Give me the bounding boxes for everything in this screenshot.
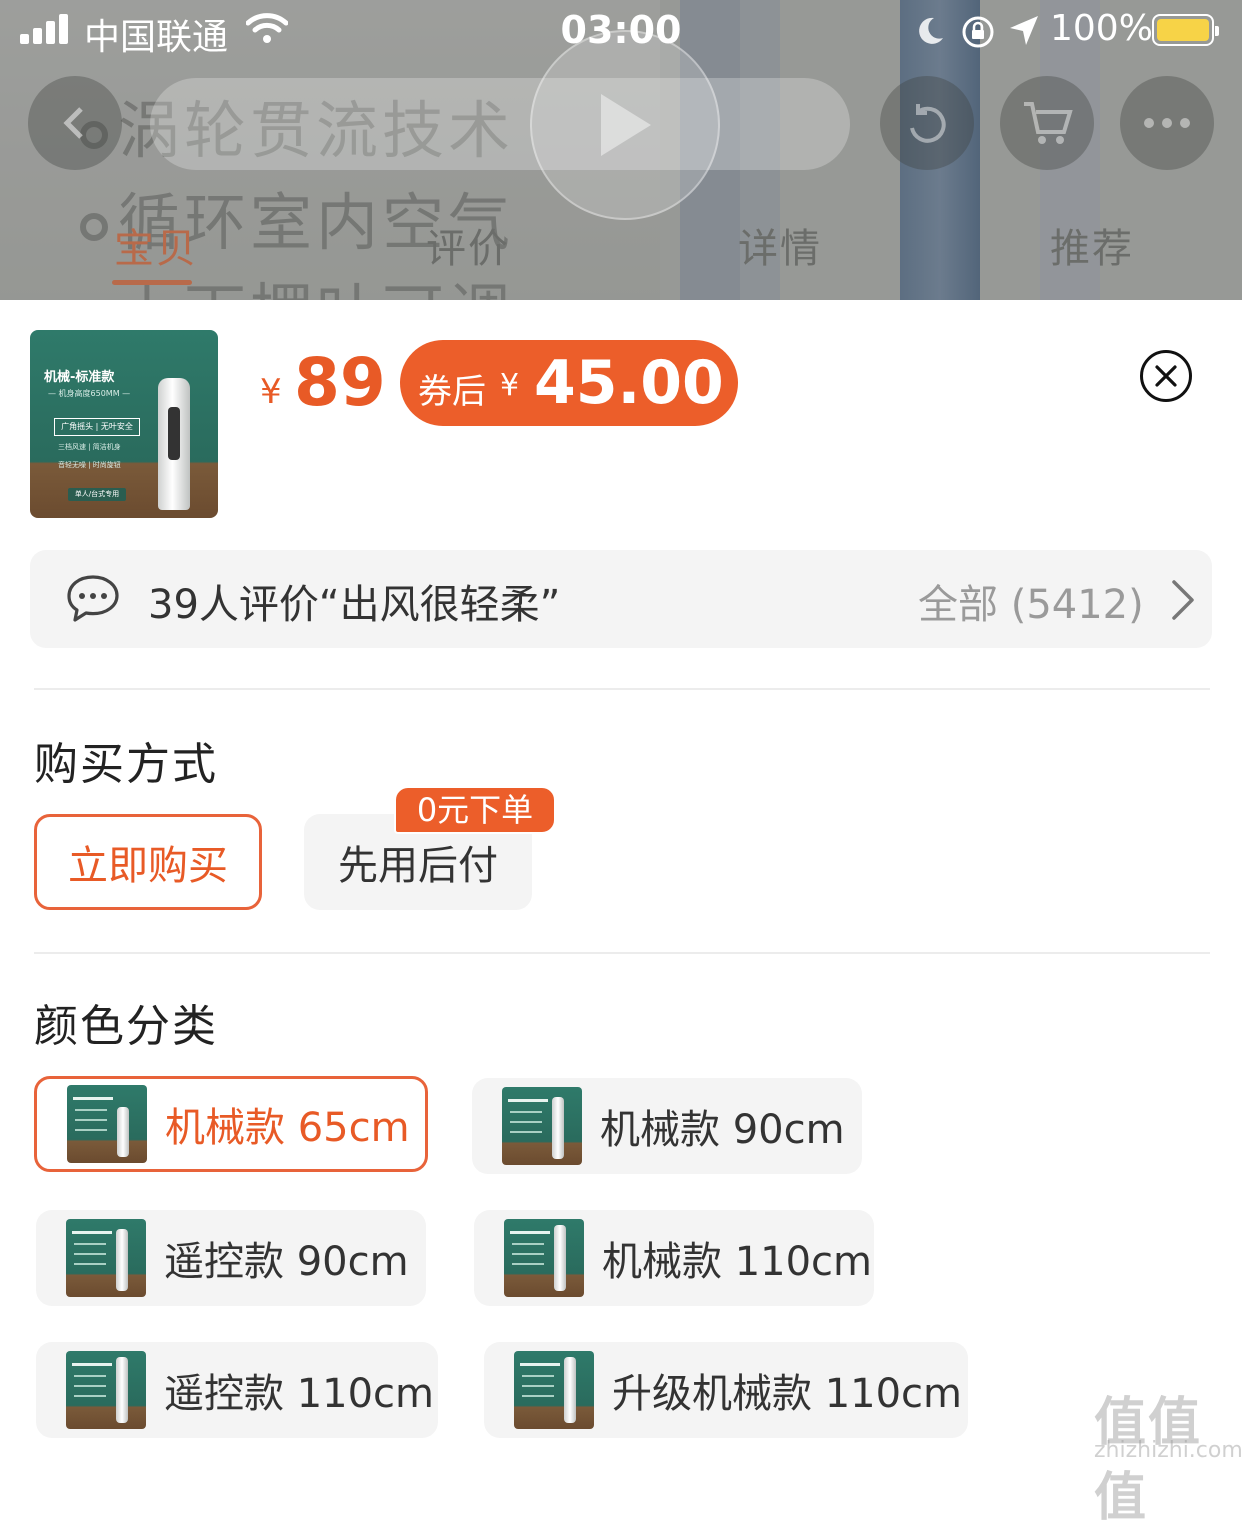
coupon-price: 45.00 — [534, 348, 724, 418]
battery-icon — [1152, 14, 1219, 46]
option-thumbnail — [514, 1351, 594, 1429]
back-button[interactable] — [28, 76, 122, 170]
option-thumbnail — [66, 1351, 146, 1429]
zero-down-badge: 0元下单 — [394, 786, 556, 834]
status-bar: 中国联通 03:00 100% — [0, 0, 1242, 64]
coupon-label: 券后 — [418, 372, 486, 412]
option-thumbnail — [66, 1219, 146, 1297]
back-icon — [63, 107, 83, 139]
close-button[interactable] — [1140, 350, 1192, 402]
review-summary-row[interactable]: 39人评价“出风很轻柔” 全部 (5412) — [30, 550, 1212, 648]
divider — [34, 688, 1210, 690]
product-thumbnail[interactable]: 机械-标准款 — 机身高度650MM — 广角摇头 | 无叶安全 三档风速 | … — [30, 330, 218, 518]
option-thumbnail — [67, 1085, 147, 1163]
price: 89 — [294, 344, 386, 421]
tab-details[interactable]: 详情 — [738, 216, 822, 274]
color-option[interactable]: 机械款 110cm — [474, 1210, 874, 1306]
option-label: 升级机械款 110cm — [612, 1371, 963, 1417]
tab-reviews[interactable]: 评价 — [426, 216, 510, 274]
option-label: 立即购买 — [68, 843, 228, 889]
purchase-method-title: 购买方式 — [34, 739, 218, 790]
top-nav — [0, 30, 1242, 220]
share-button[interactable] — [880, 76, 974, 170]
option-thumbnail — [504, 1219, 584, 1297]
page-tabs: 宝贝 评价 详情 推荐 — [0, 216, 1242, 285]
option-label: 机械款 90cm — [600, 1107, 845, 1153]
color-category-title: 颜色分类 — [34, 1001, 218, 1052]
cart-icon — [1024, 102, 1073, 144]
color-option[interactable]: 遥控款 90cm — [36, 1210, 426, 1306]
color-option[interactable]: 机械款 65cm — [34, 1076, 428, 1172]
thumb-subtitle: — 机身高度650MM — — [48, 389, 131, 398]
tab-recommend[interactable]: 推荐 — [1050, 216, 1134, 274]
thumb-feature-box: 广角摇头 | 无叶安全 — [54, 418, 140, 436]
search-bar[interactable] — [150, 78, 850, 170]
review-all-link[interactable]: 全部 (5412) — [918, 572, 1144, 630]
cart-button[interactable] — [1000, 76, 1094, 170]
rotation-lock-icon — [960, 14, 996, 54]
coupon-currency: ¥ — [500, 368, 520, 403]
coupon-price-badge: 券后 ¥ 45.00 — [400, 340, 738, 426]
option-label: 遥控款 110cm — [164, 1371, 435, 1417]
color-option[interactable]: 机械款 90cm — [472, 1078, 862, 1174]
moon-icon — [912, 14, 946, 52]
share-icon — [910, 104, 946, 143]
thumb-feature: 三档风速 | 简洁机身 — [58, 443, 121, 451]
thumb-title: 机械-标准款 — [44, 370, 115, 385]
option-label: 先用后付 — [338, 843, 498, 889]
option-label: 遥控款 90cm — [164, 1239, 409, 1285]
battery-percent: 100% — [1050, 8, 1153, 49]
price-currency: ¥ — [260, 372, 282, 412]
more-icon — [1144, 118, 1190, 128]
watermark-site: zhizhizhi.com — [1094, 1438, 1242, 1463]
tab-baobei[interactable]: 宝贝 — [114, 216, 198, 274]
sku-selection-sheet: 机械-标准款 — 机身高度650MM — 广角摇头 | 无叶安全 三档风速 | … — [0, 300, 1242, 1467]
comment-icon — [66, 574, 120, 628]
location-icon — [1008, 14, 1040, 52]
chevron-right-icon — [1170, 578, 1196, 626]
fan-image — [158, 378, 190, 510]
buy-now-option[interactable]: 立即购买 — [34, 814, 262, 910]
option-label: 机械款 65cm — [165, 1105, 410, 1151]
divider — [34, 952, 1210, 954]
tab-indicator — [112, 280, 192, 285]
review-highlight: 39人评价“出风很轻柔” — [148, 582, 561, 628]
color-option[interactable]: 升级机械款 110cm — [484, 1342, 968, 1438]
option-thumbnail — [502, 1087, 582, 1165]
option-label: 机械款 110cm — [602, 1239, 873, 1285]
color-option[interactable]: 遥控款 110cm — [36, 1342, 438, 1438]
watermark: 值值值 zhizhizhi.com — [1094, 1380, 1242, 1530]
more-button[interactable] — [1120, 76, 1214, 170]
play-icon — [601, 94, 651, 156]
thumb-badge: 单人/台式专用 — [68, 488, 126, 501]
close-icon — [1155, 365, 1177, 387]
thumb-feature: 音轻无噪 | 时尚旋钮 — [58, 461, 121, 469]
